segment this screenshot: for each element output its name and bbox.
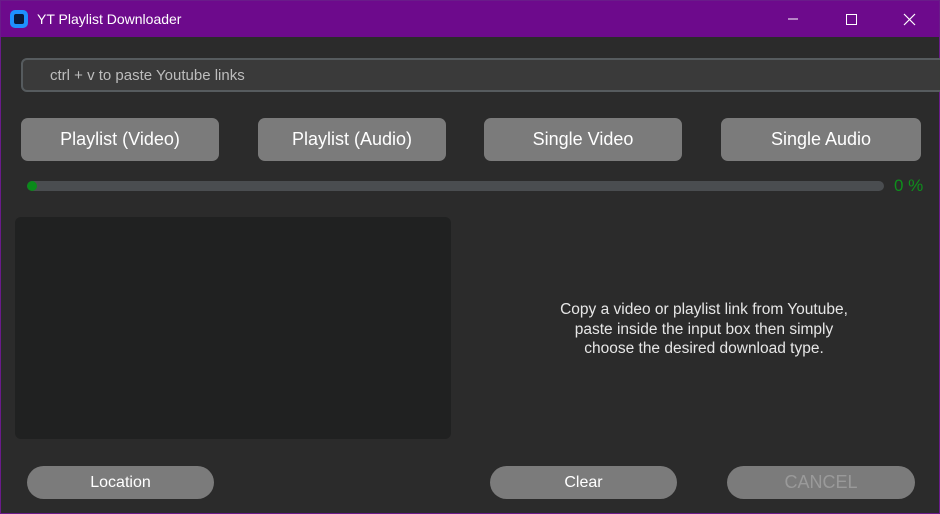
instructions-line-2: paste inside the input box then simply <box>574 320 834 338</box>
progress-bar <box>27 181 884 191</box>
playlist-video-button[interactable]: Playlist (Video) <box>21 118 219 161</box>
close-icon <box>903 13 916 26</box>
app-icon <box>10 10 28 28</box>
minimize-icon <box>788 18 798 20</box>
location-button[interactable]: Location <box>27 466 214 499</box>
maximize-button[interactable] <box>822 1 880 37</box>
maximize-icon <box>846 14 857 25</box>
close-button[interactable] <box>880 1 938 37</box>
instructions-line-1: Copy a video or playlist link from Youtu… <box>560 301 848 318</box>
single-audio-button[interactable]: Single Audio <box>721 118 921 161</box>
instructions-text: Copy a video or playlist link from Youtu… <box>504 300 904 359</box>
title-bar[interactable]: YT Playlist Downloader <box>1 1 939 37</box>
playlist-audio-button[interactable]: Playlist (Audio) <box>258 118 446 161</box>
window-title: YT Playlist Downloader <box>37 11 182 27</box>
thumbnail-preview-panel <box>15 217 451 439</box>
progress-bar-fill <box>27 181 37 191</box>
single-video-button[interactable]: Single Video <box>484 118 682 161</box>
app-window: YT Playlist Downloader Playlist (Video) … <box>0 0 940 514</box>
minimize-button[interactable] <box>764 1 822 37</box>
url-input[interactable] <box>21 58 940 92</box>
clear-button[interactable]: Clear <box>490 466 677 499</box>
cancel-button[interactable]: CANCEL <box>727 466 915 499</box>
instructions-line-3: choose the desired download type. <box>584 340 824 357</box>
progress-percent-label: 0 % <box>894 176 924 195</box>
